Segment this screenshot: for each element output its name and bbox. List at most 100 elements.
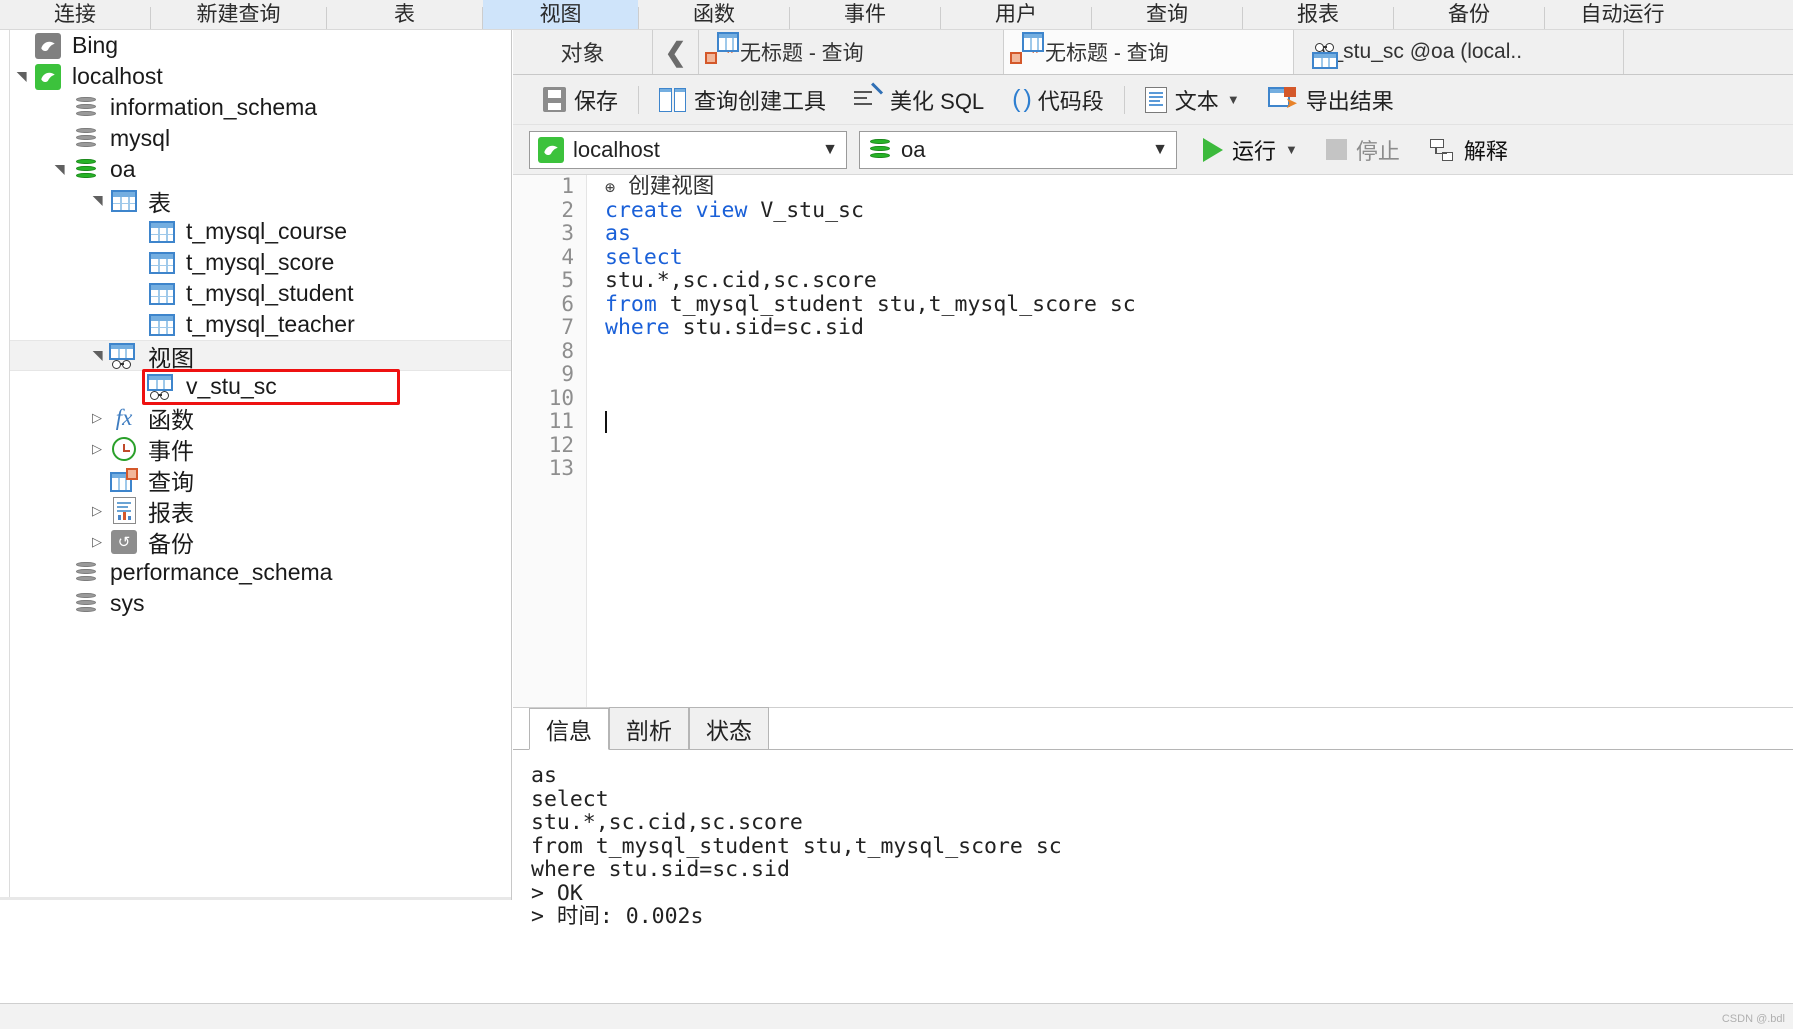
objects-tab[interactable]: 对象 — [513, 30, 653, 74]
tree-node-performance_schema[interactable]: performance_schema — [10, 557, 511, 588]
results-tab-label: 信息 — [546, 718, 592, 744]
beautify-sql-button[interactable]: 美化 SQL — [840, 80, 998, 120]
tree-node-t_mysql_teacher[interactable]: t_mysql_teacher — [10, 309, 511, 340]
chevron-down-icon[interactable]: ▼ — [822, 141, 838, 159]
results-tab-2[interactable]: 剖析 — [609, 707, 689, 749]
main-toolbar-label: 查询 — [1146, 3, 1188, 26]
sql-keyword: select — [605, 244, 683, 270]
chevron-down-icon[interactable]: ▼ — [1227, 92, 1240, 107]
database-select[interactable]: oa ▼ — [859, 130, 1177, 169]
main-toolbar-new-query[interactable]: 新建查询 — [151, 0, 326, 29]
connection-row: localhost ▼ oa ▼ 运行 ▼ 停止 解释 — [513, 125, 1793, 175]
tree-node-label: 表 — [148, 189, 171, 216]
export-results-label: 导出结果 — [1305, 88, 1394, 114]
tree-node-[interactable]: ▷ fx 函数 — [10, 402, 511, 433]
results-tab-1[interactable]: 信息 — [529, 708, 609, 750]
tree-node-information_schema[interactable]: information_schema — [10, 92, 511, 123]
tree-node-[interactable]: ▷ ↺ 备份 — [10, 526, 511, 557]
editor-code[interactable]: ⊕ 创建视图 create view V_stu_sc as select stu.*,… — [605, 175, 1793, 707]
expand-arrow-closed-icon[interactable]: ▷ — [86, 410, 108, 426]
editor-tab[interactable]: v_stu_sc @oa (local.. — [1294, 30, 1624, 74]
tree-node-label: t_mysql_teacher — [186, 311, 355, 337]
tree-node-t_mysql_score[interactable]: t_mysql_score — [10, 247, 511, 278]
editor-tab[interactable]: * 无标题 - 查询 — [1004, 30, 1294, 74]
tree-node-t_mysql_student[interactable]: t_mysql_student — [10, 278, 511, 309]
tree-node-icon-holder — [32, 32, 64, 59]
tree-node-[interactable]: ▷ 报表 — [10, 495, 511, 526]
tree-node-[interactable]: 查询 — [10, 464, 511, 495]
main-toolbar-automation[interactable]: 自动运行 — [1545, 0, 1700, 29]
tree-node-localhost[interactable]: ◢ localhost — [10, 61, 511, 92]
main-toolbar-connection[interactable]: 连接 — [0, 0, 150, 29]
sql-editor[interactable]: 1 2 3 4 5 6 7 8 9 10 11 12 13 ⊕ 创建视图 create view V_st… — [513, 175, 1793, 708]
tree-node-icon-holder — [146, 313, 178, 336]
results-tab-3[interactable]: 状态 — [689, 707, 769, 749]
toolbar-divider — [638, 85, 640, 114]
expand-arrow-open-icon[interactable]: ◢ — [13, 66, 29, 88]
export-results-button[interactable]: ➤ 导出结果 — [1254, 80, 1408, 120]
tree-node-icon-holder: fx — [108, 405, 140, 431]
editor-tab[interactable]: * 无标题 - 查询 — [699, 30, 1004, 74]
chevron-left-icon[interactable]: ❮ — [653, 30, 699, 74]
save-icon — [543, 87, 566, 112]
main-toolbar-label: 事件 — [844, 3, 886, 26]
code-line: create view V_stu_sc — [605, 198, 1793, 223]
table-folder-icon — [111, 189, 137, 212]
expand-arrow-open-icon[interactable]: ◢ — [89, 345, 105, 367]
tree-node-Bing[interactable]: Bing — [10, 30, 511, 61]
tree-node-[interactable]: ◢ 表 — [10, 185, 511, 216]
main-toolbar-query[interactable]: 查询 — [1092, 0, 1242, 29]
text-mode-button[interactable]: 文本 ▼ — [1131, 80, 1254, 120]
snippet-label: 代码段 — [1037, 88, 1104, 114]
snippet-button[interactable]: ( ) 代码段 — [998, 80, 1118, 120]
expand-arrow-open-icon[interactable]: ◢ — [89, 190, 105, 212]
tree-node-icon-holder — [32, 63, 64, 90]
run-button[interactable]: 运行 ▼ — [1203, 134, 1298, 166]
chevron-down-icon[interactable]: ▼ — [1285, 142, 1298, 157]
connection-value: localhost — [573, 136, 660, 162]
tree-node-oa[interactable]: ◢ oa — [10, 154, 511, 185]
code-line: select — [605, 244, 1793, 270]
tree-node-icon-holder — [70, 591, 102, 617]
main-toolbar-view[interactable]: 视图 — [483, 0, 638, 29]
tree-node-icon-holder — [108, 189, 140, 212]
explain-label: 解释 — [1463, 138, 1508, 164]
expand-arrow-open-icon[interactable]: ◢ — [51, 159, 67, 181]
main-toolbar-table[interactable]: 表 — [327, 0, 482, 29]
connection-select[interactable]: localhost ▼ — [529, 130, 847, 169]
editor-tabbar: 对象 ❮ * 无标题 - 查询 * 无标题 - 查询 v_stu_sc @oa (l… — [513, 30, 1793, 75]
explain-button[interactable]: 解释 — [1429, 134, 1508, 166]
main-toolbar-report[interactable]: 报表 — [1243, 0, 1393, 29]
tree-node-t_mysql_course[interactable]: t_mysql_course — [10, 216, 511, 247]
database-gray-icon — [74, 126, 98, 152]
text-icon — [1144, 86, 1167, 113]
tree-node-mysql[interactable]: mysql — [10, 123, 511, 154]
chevron-down-icon[interactable]: ▼ — [1152, 141, 1168, 159]
main-toolbar-label: 函数 — [693, 3, 735, 26]
main-toolbar-backup[interactable]: 备份 — [1394, 0, 1544, 29]
line-number: 1 — [561, 175, 574, 198]
expand-arrow-closed-icon[interactable]: ▷ — [86, 441, 108, 457]
tree-node-icon-holder — [146, 220, 178, 243]
tree-node-sys[interactable]: sys — [10, 588, 511, 619]
tree-node-label: t_mysql_student — [186, 280, 354, 306]
main-toolbar-function[interactable]: 函数 — [639, 0, 789, 29]
tree-node-label: information_schema — [110, 94, 318, 120]
beautify-sql-label: 美化 SQL — [890, 88, 985, 114]
main-toolbar-event[interactable]: 事件 — [790, 0, 940, 29]
query-builder-button[interactable]: 查询创建工具 — [645, 80, 840, 120]
tree-node-[interactable]: ▷ 事件 — [10, 433, 511, 464]
log-line: as — [531, 763, 557, 788]
save-button[interactable]: 保存 — [529, 80, 632, 120]
tree-node-icon-holder — [70, 126, 102, 152]
tab-list: * 无标题 - 查询 * 无标题 - 查询 v_stu_sc @oa (local.… — [699, 30, 1624, 74]
expand-arrow-closed-icon[interactable]: ▷ — [86, 503, 108, 519]
tree-node-[interactable]: ◢ 视图 — [10, 340, 511, 371]
tree-node-icon-holder — [70, 157, 102, 183]
tree-node-v_stu_sc[interactable]: v_stu_sc — [10, 369, 511, 405]
line-number: 11 — [548, 409, 574, 433]
expand-arrow-closed-icon[interactable]: ▷ — [86, 534, 108, 550]
main-toolbar-user[interactable]: 用户 — [941, 0, 1091, 29]
